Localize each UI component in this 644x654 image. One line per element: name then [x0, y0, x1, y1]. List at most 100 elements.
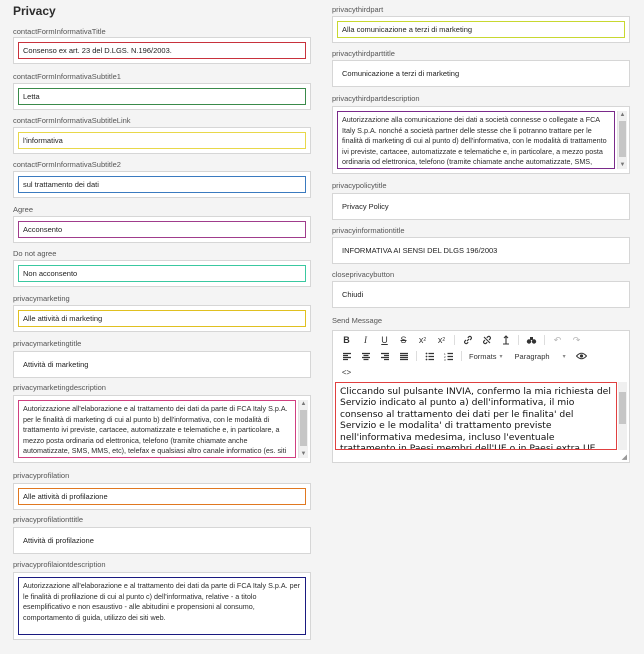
- field-value: Non acconsento: [18, 265, 306, 282]
- redo-icon[interactable]: ↷: [567, 333, 586, 347]
- editor-content[interactable]: Cliccando sul pulsante INVIA, confermo l…: [335, 382, 617, 450]
- formats-dropdown[interactable]: Formats ▾: [465, 352, 507, 361]
- field-label: privacypolicytitle: [332, 181, 387, 190]
- privacy-third-part-description-textarea[interactable]: Autorizzazione alla comunicazione dei da…: [332, 106, 630, 174]
- field-label: Agree: [13, 205, 34, 214]
- scroll-thumb[interactable]: [619, 121, 626, 157]
- field-label: privacymarketingtitle: [13, 339, 82, 348]
- paragraph-dropdown[interactable]: Paragraph ▾: [511, 352, 570, 361]
- informativa-subtitle2-field[interactable]: sul trattamento dei dati: [13, 171, 311, 198]
- anchor-icon[interactable]: [496, 333, 515, 347]
- strikethrough-icon[interactable]: S: [394, 333, 413, 347]
- find-icon[interactable]: [522, 333, 541, 347]
- do-not-agree-field[interactable]: Non acconsento: [13, 260, 311, 287]
- svg-text:3: 3: [444, 358, 446, 361]
- resize-handle-icon[interactable]: ◢: [622, 453, 627, 461]
- scroll-up-icon[interactable]: ▲: [618, 111, 627, 119]
- toolbar-separator: [416, 351, 417, 361]
- textarea-scrollbar[interactable]: ▲ ▼: [617, 111, 627, 169]
- textarea-content: Autorizzazione all'elaborazione e al tra…: [18, 577, 306, 635]
- agree-field[interactable]: Acconsento: [13, 216, 311, 243]
- privacy-profilation-field[interactable]: Alle attività di profilazione: [13, 483, 311, 510]
- field-label: privacyprofilation: [13, 471, 70, 480]
- field-value: Comunicazione a terzi di marketing: [342, 69, 460, 78]
- privacy-third-part-field[interactable]: Alla comunicazione a terzi di marketing: [332, 16, 630, 43]
- align-right-icon[interactable]: [375, 349, 394, 363]
- field-value: Consenso ex art. 23 del D.LGS. N.196/200…: [18, 42, 306, 59]
- align-justify-icon[interactable]: [394, 349, 413, 363]
- scroll-up-icon[interactable]: ▲: [299, 400, 308, 408]
- toolbar-separator: [518, 335, 519, 345]
- editor-toolbar-row-1: B I U S x2 x2 ↶ ↷: [337, 333, 586, 347]
- field-label: privacyprofilationttitle: [13, 515, 84, 524]
- field-value: Attività di profilazione: [23, 536, 94, 545]
- scroll-thumb[interactable]: [300, 410, 307, 446]
- informativa-subtitle1-field[interactable]: Letta: [13, 83, 311, 110]
- editor-scrollbar[interactable]: [618, 382, 627, 450]
- privacy-profilation-title-field[interactable]: Attività di profilazione: [13, 527, 311, 554]
- privacy-third-part-title-field[interactable]: Comunicazione a terzi di marketing: [332, 60, 630, 87]
- informativa-subtitle-link-field[interactable]: l'informativa: [13, 127, 311, 154]
- textarea-scrollbar[interactable]: ▲ ▼: [298, 400, 308, 458]
- source-code-icon[interactable]: <>: [337, 365, 356, 379]
- field-value: sul trattamento dei dati: [18, 176, 306, 193]
- privacy-profilation-description-textarea[interactable]: Autorizzazione all'elaborazione e al tra…: [13, 572, 311, 640]
- privacy-information-title-field[interactable]: INFORMATIVA AI SENSI DEL DLGS 196/2003: [332, 237, 630, 264]
- paragraph-dropdown-label: Paragraph: [514, 351, 550, 361]
- toolbar-separator: [454, 335, 455, 345]
- scroll-down-icon[interactable]: ▼: [618, 161, 627, 169]
- field-value: Privacy Policy: [342, 202, 389, 211]
- field-label: Send Message: [332, 316, 383, 325]
- field-value: l'informativa: [18, 132, 306, 149]
- field-value: Chiudi: [342, 290, 364, 299]
- italic-icon[interactable]: I: [356, 333, 375, 347]
- toolbar-separator: [544, 335, 545, 345]
- field-label: privacythirdpartdescription: [332, 94, 420, 103]
- rich-text-editor[interactable]: B I U S x2 x2 ↶ ↷ 1 2 3 Formats ▾ Paragr…: [332, 330, 630, 463]
- formats-dropdown-label: Formats: [469, 351, 497, 361]
- field-label: Do not agree: [13, 249, 57, 258]
- textarea-content: Autorizzazione alla comunicazione dei da…: [337, 111, 615, 169]
- page-title: Privacy: [13, 4, 56, 18]
- editor-toolbar-row-3: <>: [337, 365, 356, 379]
- link-icon[interactable]: [458, 333, 477, 347]
- align-left-icon[interactable]: [337, 349, 356, 363]
- privacy-marketing-description-textarea[interactable]: Autorizzazione all'elaborazione e al tra…: [13, 395, 311, 463]
- privacy-marketing-title-field[interactable]: Attività di marketing: [13, 351, 311, 378]
- privacy-marketing-field[interactable]: Alle attività di marketing: [13, 305, 311, 332]
- chevron-down-icon: ▾: [562, 353, 566, 360]
- field-label: privacyprofilaiontdescription: [13, 560, 106, 569]
- unlink-icon[interactable]: [477, 333, 496, 347]
- field-label: contactFormInformativaSubtitle2: [13, 160, 121, 169]
- field-label: closeprivacybutton: [332, 270, 395, 279]
- undo-icon[interactable]: ↶: [548, 333, 567, 347]
- preview-eye-icon[interactable]: [572, 349, 591, 363]
- field-label: privacymarketing: [13, 294, 70, 303]
- superscript-icon[interactable]: x2: [432, 333, 451, 347]
- scroll-down-icon[interactable]: ▼: [299, 450, 308, 458]
- underline-icon[interactable]: U: [375, 333, 394, 347]
- field-value: Acconsento: [18, 221, 306, 238]
- subscript-icon[interactable]: x2: [413, 333, 432, 347]
- numbered-list-icon[interactable]: 123: [439, 349, 458, 363]
- field-label: privacyinformationtitle: [332, 226, 405, 235]
- field-value: Letta: [18, 88, 306, 105]
- textarea-content: Autorizzazione all'elaborazione e al tra…: [18, 400, 296, 458]
- field-value: Alle attività di marketing: [18, 310, 306, 327]
- field-label: privacythirdparttitle: [332, 49, 395, 58]
- field-label: contactFormInformativaSubtitle1: [13, 72, 121, 81]
- field-label: privacythirdpart: [332, 5, 384, 14]
- privacy-policy-title-field[interactable]: Privacy Policy: [332, 193, 630, 220]
- field-label: contactFormInformativaSubtitleLink: [13, 116, 131, 125]
- toolbar-separator: [461, 351, 462, 361]
- editor-toolbar-row-2: 123 Formats ▾ Paragraph ▾: [337, 349, 591, 363]
- bold-icon[interactable]: B: [337, 333, 356, 347]
- informativa-title-field[interactable]: Consenso ex art. 23 del D.LGS. N.196/200…: [13, 37, 311, 64]
- scroll-thumb[interactable]: [619, 392, 626, 424]
- bullet-list-icon[interactable]: [420, 349, 439, 363]
- align-center-icon[interactable]: [356, 349, 375, 363]
- field-value: Attività di marketing: [23, 360, 89, 369]
- close-privacy-button-field[interactable]: Chiudi: [332, 281, 630, 308]
- field-value: INFORMATIVA AI SENSI DEL DLGS 196/2003: [342, 246, 498, 255]
- field-label: privacymarketingdescription: [13, 383, 106, 392]
